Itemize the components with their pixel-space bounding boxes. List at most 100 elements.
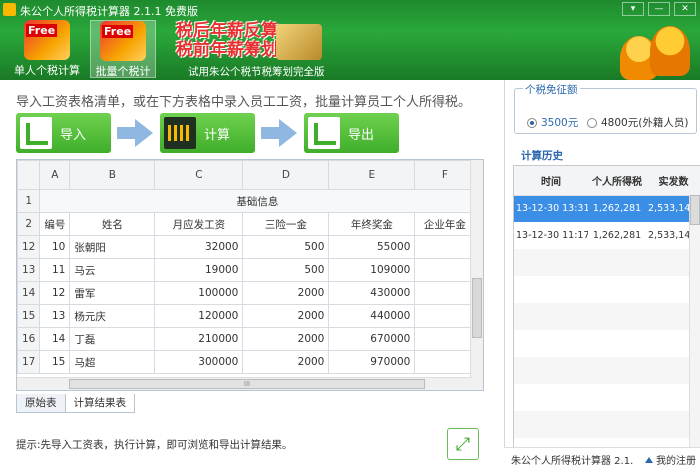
history-header-tax[interactable]: 个人所得税 bbox=[588, 166, 646, 196]
header-cell[interactable]: 企业年金 bbox=[414, 212, 476, 236]
exemption-legend: 个税免征额 bbox=[523, 82, 580, 97]
cell-annuity[interactable] bbox=[414, 281, 476, 305]
tab-original-sheet[interactable]: 原始表 bbox=[16, 394, 66, 413]
row-header[interactable]: 14 bbox=[17, 281, 41, 305]
expand-icon[interactable]: ⤢ bbox=[447, 428, 479, 460]
cell-bonus[interactable]: 440000 bbox=[328, 304, 416, 328]
table-row: 1 基础信息 bbox=[17, 189, 476, 213]
history-row[interactable]: 13-12-30 13:31 1,262,281 2,533,144 bbox=[514, 195, 700, 222]
cell-annuity[interactable] bbox=[414, 304, 476, 328]
cell-salary[interactable]: 210000 bbox=[154, 327, 244, 351]
app-icon bbox=[3, 3, 16, 16]
column-header[interactable]: B bbox=[69, 160, 156, 190]
cell-annuity[interactable] bbox=[414, 235, 476, 259]
cell-name[interactable]: 马云 bbox=[69, 258, 156, 282]
promo-subtitle[interactable]: 试用朱公个税节税筹划完全版 bbox=[188, 64, 325, 79]
history-header-row: 时间 个人所得税 实发数 bbox=[514, 166, 700, 196]
calculator-icon bbox=[164, 117, 196, 149]
menu-dropdown-button[interactable]: ▾ bbox=[622, 2, 644, 16]
column-header[interactable]: C bbox=[154, 160, 244, 190]
exemption-option-4800[interactable]: 4800元(外籍人员) bbox=[587, 115, 688, 130]
column-header[interactable]: E bbox=[328, 160, 416, 190]
tab-batch-calc[interactable]: Free 批量个税计算 bbox=[90, 20, 156, 94]
cell-id[interactable]: 10 bbox=[39, 235, 71, 259]
row-header[interactable]: 2 bbox=[17, 212, 41, 236]
history-row-empty bbox=[514, 276, 700, 303]
exemption-group: 个税免征额 3500元 4800元(外籍人员) bbox=[514, 82, 697, 134]
cell-bonus[interactable]: 55000 bbox=[328, 235, 416, 259]
cell-insurance[interactable]: 500 bbox=[242, 235, 330, 259]
column-header[interactable]: A bbox=[39, 160, 71, 190]
cell-bonus[interactable]: 970000 bbox=[328, 350, 416, 374]
row-header[interactable]: 1 bbox=[17, 189, 41, 213]
cell-id[interactable]: 12 bbox=[39, 281, 71, 305]
tab-single-calc[interactable]: Free 单人个税计算 bbox=[14, 20, 80, 78]
cell-bonus[interactable]: 670000 bbox=[328, 327, 416, 351]
cell-salary[interactable]: 19000 bbox=[154, 258, 244, 282]
cell-bonus[interactable]: 430000 bbox=[328, 281, 416, 305]
radio-selected-icon[interactable] bbox=[527, 117, 537, 128]
cell-salary[interactable]: 32000 bbox=[154, 235, 244, 259]
cell-id[interactable]: 13 bbox=[39, 304, 71, 328]
cell-salary[interactable]: 120000 bbox=[154, 304, 244, 328]
export-button[interactable]: 导出 bbox=[304, 113, 399, 153]
exemption-option-3500[interactable]: 3500元 bbox=[527, 115, 578, 130]
cell-annuity[interactable] bbox=[414, 327, 476, 351]
cell-salary[interactable]: 100000 bbox=[154, 281, 244, 305]
status-bar: 朱公个人所得税计算器 2.1. 我的注册 bbox=[504, 447, 700, 467]
minimize-button[interactable]: — bbox=[648, 2, 670, 16]
cell-name[interactable]: 丁磊 bbox=[69, 327, 156, 351]
table-row: 16 14 丁磊 210000 2000 670000 bbox=[17, 327, 476, 351]
row-header[interactable]: 17 bbox=[17, 350, 41, 374]
header-cell[interactable]: 三险一金 bbox=[242, 212, 330, 236]
version-text: 朱公个人所得税计算器 2.1. bbox=[511, 456, 634, 467]
window-title: 朱公个人所得税计算器 2.1.1 免费版 bbox=[20, 5, 198, 18]
grid-vertical-scrollbar[interactable] bbox=[470, 160, 483, 390]
corner-cell[interactable] bbox=[17, 160, 41, 190]
close-button[interactable]: ✕ bbox=[674, 2, 696, 16]
import-button[interactable]: 导入 bbox=[16, 113, 111, 153]
mascot-logo bbox=[620, 18, 690, 80]
cell-id[interactable]: 14 bbox=[39, 327, 71, 351]
radio-icon[interactable] bbox=[587, 117, 597, 128]
cell-name[interactable]: 马超 bbox=[69, 350, 156, 374]
tab-result-sheet[interactable]: 计算结果表 bbox=[64, 394, 135, 413]
cell-insurance[interactable]: 2000 bbox=[242, 350, 330, 374]
history-list[interactable]: 时间 个人所得税 实发数 13-12-30 13:31 1,262,281 2,… bbox=[513, 165, 700, 451]
cell-insurance[interactable]: 2000 bbox=[242, 304, 330, 328]
history-row[interactable]: 13-12-30 11:17 1,262,281 2,533,144 bbox=[514, 222, 700, 249]
cell-id[interactable]: 11 bbox=[39, 258, 71, 282]
instruction-text: 导入工资表格清单，或在下方表格中录入员工工资，批量计算员工个人所得税。 bbox=[16, 95, 472, 110]
cell-name[interactable]: 雷军 bbox=[69, 281, 156, 305]
header-cell[interactable]: 编号 bbox=[39, 212, 71, 236]
cell-salary[interactable]: 300000 bbox=[154, 350, 244, 374]
merged-header-cell[interactable]: 基础信息 bbox=[39, 189, 476, 213]
cell-name[interactable]: 张朝阳 bbox=[69, 235, 156, 259]
register-link[interactable]: 我的注册 bbox=[645, 452, 696, 467]
grid-horizontal-scrollbar[interactable]: III bbox=[17, 377, 472, 390]
row-header[interactable]: 12 bbox=[17, 235, 41, 259]
history-scrollbar[interactable] bbox=[689, 195, 700, 450]
row-header[interactable]: 15 bbox=[17, 304, 41, 328]
row-header[interactable]: 13 bbox=[17, 258, 41, 282]
header-cell[interactable]: 姓名 bbox=[69, 212, 156, 236]
table-row: 12 10 张朝阳 32000 500 55000 bbox=[17, 235, 476, 259]
header-cell[interactable]: 年终奖金 bbox=[328, 212, 416, 236]
cell-annuity[interactable] bbox=[414, 350, 476, 374]
history-header-net[interactable]: 实发数 bbox=[646, 166, 700, 196]
column-header[interactable]: D bbox=[242, 160, 330, 190]
history-header-time[interactable]: 时间 bbox=[514, 166, 588, 196]
cell-insurance[interactable]: 2000 bbox=[242, 327, 330, 351]
cell-bonus[interactable]: 109000 bbox=[328, 258, 416, 282]
row-header[interactable]: 16 bbox=[17, 327, 41, 351]
cell-insurance[interactable]: 2000 bbox=[242, 281, 330, 305]
header-cell[interactable]: 月应发工资 bbox=[154, 212, 244, 236]
cell-insurance[interactable]: 500 bbox=[242, 258, 330, 282]
spreadsheet-grid[interactable]: A B C D E F 1 基础信息 2 编号 姓名 月应发工资 三险一金 年终… bbox=[16, 159, 484, 391]
arrow-right-icon bbox=[261, 119, 297, 147]
calculate-button[interactable]: 计算 bbox=[160, 113, 255, 153]
cell-name[interactable]: 杨元庆 bbox=[69, 304, 156, 328]
cell-id[interactable]: 15 bbox=[39, 350, 71, 374]
column-header[interactable]: F bbox=[414, 160, 476, 190]
cell-annuity[interactable] bbox=[414, 258, 476, 282]
